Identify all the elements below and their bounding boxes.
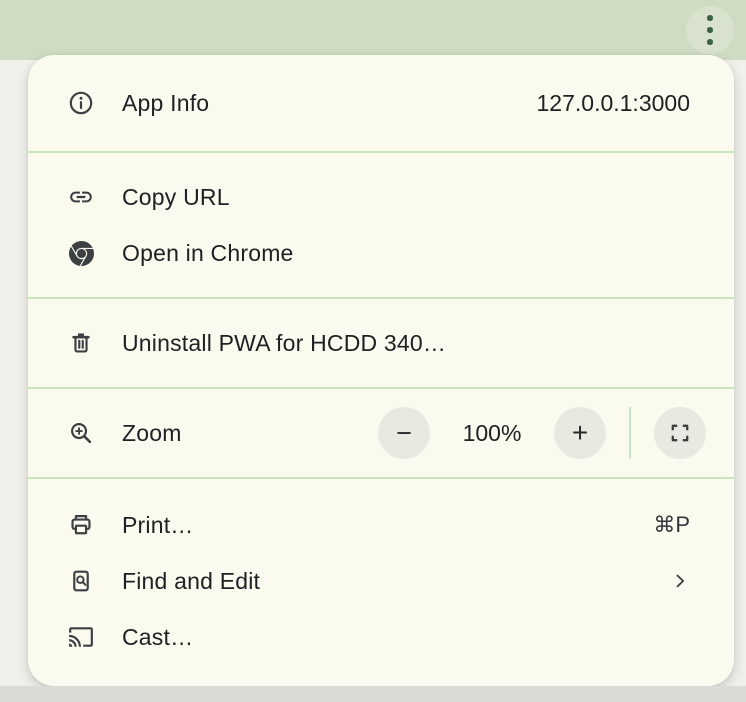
menu-item-copy-url[interactable]: Copy URL xyxy=(28,169,734,225)
app-origin-text: 127.0.0.1:3000 xyxy=(537,90,690,117)
printer-icon xyxy=(68,512,94,538)
menu-item-label: Print… xyxy=(122,512,194,539)
pwa-app-menu: App Info 127.0.0.1:3000 Copy URL Open in… xyxy=(28,55,734,686)
fullscreen-button[interactable] xyxy=(654,407,706,459)
zoom-controls: − 100% + xyxy=(378,407,706,459)
menu-section-app-info: App Info 127.0.0.1:3000 xyxy=(28,55,734,151)
link-icon xyxy=(68,184,94,210)
trash-icon xyxy=(68,330,94,356)
menu-section-actions: Print… ⌘P Find and Edit xyxy=(28,477,734,683)
window-titlebar xyxy=(0,0,746,60)
find-in-page-icon xyxy=(68,568,94,594)
menu-section-uninstall: Uninstall PWA for HCDD 340… xyxy=(28,297,734,387)
zoom-in-icon xyxy=(68,420,94,446)
menu-item-label: App Info xyxy=(122,90,209,117)
menu-section-share: Copy URL Open in Chrome xyxy=(28,151,734,297)
menu-item-label: Find and Edit xyxy=(122,568,260,595)
menu-item-cast[interactable]: Cast… xyxy=(28,609,734,665)
cast-icon xyxy=(68,624,94,650)
menu-item-label: Zoom xyxy=(122,420,182,447)
menu-item-open-in-chrome[interactable]: Open in Chrome xyxy=(28,225,734,281)
menu-item-label: Uninstall PWA for HCDD 340… xyxy=(122,330,446,357)
zoom-out-button[interactable]: − xyxy=(378,407,430,459)
menu-item-print[interactable]: Print… ⌘P xyxy=(28,497,734,553)
menu-item-find-and-edit[interactable]: Find and Edit xyxy=(28,553,734,609)
chrome-icon xyxy=(68,240,94,266)
kebab-dot-icon xyxy=(707,15,713,21)
zoom-level-value: 100% xyxy=(430,420,554,447)
fullscreen-icon xyxy=(668,421,692,445)
chevron-right-icon xyxy=(670,571,690,591)
kebab-dot-icon xyxy=(707,39,713,45)
menu-item-app-info[interactable]: App Info 127.0.0.1:3000 xyxy=(28,75,734,131)
zoom-in-button[interactable]: + xyxy=(554,407,606,459)
menu-item-label: Copy URL xyxy=(122,184,230,211)
info-icon xyxy=(68,90,94,116)
zoom-divider xyxy=(629,407,631,459)
keyboard-shortcut: ⌘P xyxy=(653,512,690,538)
menu-item-label: Cast… xyxy=(122,624,193,651)
menu-item-zoom: Zoom − 100% + xyxy=(28,405,734,461)
kebab-dot-icon xyxy=(707,27,713,33)
three-dot-menu-button[interactable] xyxy=(686,6,734,54)
menu-item-uninstall-pwa[interactable]: Uninstall PWA for HCDD 340… xyxy=(28,315,734,371)
menu-section-zoom: Zoom − 100% + xyxy=(28,387,734,477)
page-bottom-edge xyxy=(0,686,746,702)
menu-item-label: Open in Chrome xyxy=(122,240,294,267)
